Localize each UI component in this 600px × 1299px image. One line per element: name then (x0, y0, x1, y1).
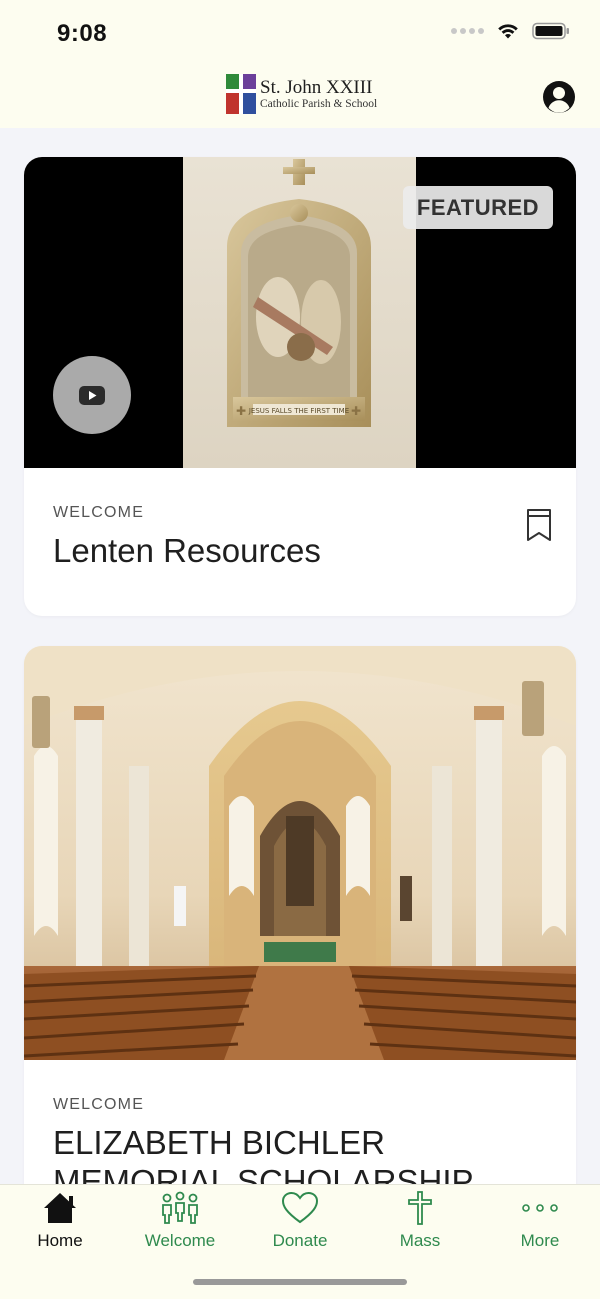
tab-home[interactable]: Home (0, 1191, 120, 1251)
card-category: WELCOME (53, 504, 145, 521)
logo-subtitle: Catholic Parish & School (260, 97, 378, 110)
app-header: St. John XXIII Catholic Parish & School (0, 66, 600, 128)
parish-logo[interactable]: St. John XXIII Catholic Parish & School (226, 74, 377, 114)
tab-mass[interactable]: Mass (360, 1191, 480, 1251)
people-icon (162, 1191, 198, 1224)
play-icon (79, 385, 105, 405)
featured-video-thumbnail[interactable]: JESUS FALLS THE FIRST TIME ✚ ✚ FEATURED (24, 157, 576, 468)
tab-welcome[interactable]: Welcome (120, 1191, 240, 1251)
cross-icon (408, 1191, 432, 1225)
svg-text:✚: ✚ (351, 404, 361, 418)
tab-donate[interactable]: Donate (240, 1191, 360, 1251)
tab-label: Donate (272, 1231, 328, 1250)
church-interior-image[interactable] (24, 646, 576, 1060)
stations-of-cross-image: JESUS FALLS THE FIRST TIME ✚ ✚ (183, 157, 416, 468)
card-category: WELCOME (53, 1096, 145, 1113)
wifi-icon (498, 24, 518, 39)
home-icon (44, 1193, 76, 1223)
plaque-caption: JESUS FALLS THE FIRST TIME (248, 407, 349, 415)
signal-dots-icon (451, 28, 484, 34)
featured-card[interactable]: JESUS FALLS THE FIRST TIME ✚ ✚ FEATURED … (24, 157, 576, 616)
profile-icon[interactable] (542, 80, 576, 114)
heart-icon (281, 1191, 319, 1224)
tab-label: Welcome (144, 1231, 216, 1250)
tab-label: Home (37, 1231, 83, 1250)
status-bar: 9:08 (0, 0, 600, 66)
battery-icon (532, 22, 569, 40)
tab-label: More (520, 1231, 560, 1250)
tab-label: Mass (399, 1231, 441, 1250)
parish-cross-logo-icon (226, 74, 256, 114)
scholarship-card[interactable]: WELCOME ELIZABETH BICHLER MEMORIAL SCHOL… (24, 646, 576, 1206)
play-button[interactable] (53, 356, 131, 434)
home-indicator (193, 1279, 407, 1285)
card-title[interactable]: Lenten Resources (53, 532, 547, 570)
featured-badge: FEATURED (403, 186, 553, 229)
svg-text:✚: ✚ (236, 404, 246, 418)
logo-title: St. John XXIII (260, 76, 373, 98)
status-icons (451, 22, 570, 40)
tab-more[interactable]: More (480, 1191, 600, 1251)
status-time: 9:08 (57, 20, 108, 47)
bookmark-icon[interactable] (526, 508, 552, 542)
more-dots-icon (522, 1204, 558, 1212)
